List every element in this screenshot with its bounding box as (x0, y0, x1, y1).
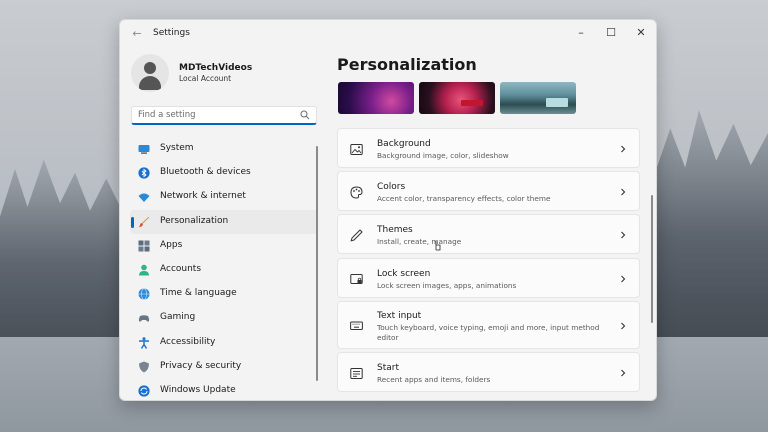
card-title: Background (377, 139, 431, 149)
search-input[interactable]: Find a setting (131, 106, 317, 125)
pen-icon (350, 229, 363, 242)
theme-thumbnail[interactable] (500, 82, 576, 114)
background-trees-right (653, 110, 768, 340)
title-bar: ← Settings – ☐ ✕ (120, 20, 656, 48)
chevron-right-icon (621, 275, 626, 283)
shield-icon (139, 361, 149, 373)
palette-icon (350, 186, 363, 199)
sidebar-item-label: Network & internet (160, 191, 246, 202)
card-description: Touch keyboard, voice typing, emoji and … (377, 323, 600, 342)
start-icon (350, 368, 363, 379)
chevron-right-icon (621, 322, 626, 330)
card-title: Start (377, 363, 399, 373)
mouse-cursor-icon (435, 241, 441, 251)
sidebar-item-windows-update[interactable]: Windows Update (130, 379, 318, 400)
sidebar-item-network[interactable]: Network & internet (130, 185, 318, 209)
setting-card-text-input[interactable]: Text input Touch keyboard, voice typing,… (337, 301, 640, 349)
globe-clock-icon (138, 288, 150, 300)
chevron-right-icon (621, 145, 626, 153)
setting-card-lock-screen[interactable]: Lock screen Lock screen images, apps, an… (337, 258, 640, 298)
close-button[interactable]: ✕ (627, 23, 655, 43)
theme-thumbnail[interactable] (338, 82, 414, 114)
sidebar-item-label: Windows Update (160, 384, 236, 395)
setting-card-colors[interactable]: Colors Accent color, transparency effect… (337, 171, 640, 211)
card-title: Colors (377, 182, 406, 192)
sidebar-scrollbar[interactable] (316, 146, 318, 381)
avatar[interactable] (131, 54, 169, 92)
sidebar-nav: System Bluetooth & devices Network & int… (130, 137, 318, 400)
sidebar-item-label: Gaming (160, 312, 196, 323)
sidebar-item-personalization[interactable]: Personalization (130, 209, 318, 234)
search-placeholder: Find a setting (138, 110, 196, 120)
settings-window: ← Settings – ☐ ✕ MDTechVideos Local Acco… (119, 19, 657, 401)
sidebar-item-system[interactable]: System (130, 137, 318, 161)
person-icon (139, 264, 149, 276)
card-description: Recent apps and items, folders (377, 375, 491, 384)
chevron-right-icon (621, 231, 626, 239)
sidebar-item-privacy-security[interactable]: Privacy & security (130, 355, 318, 379)
sidebar-item-label: Accessibility (160, 336, 216, 347)
apps-icon (138, 240, 150, 252)
content-scrollbar[interactable] (651, 195, 653, 323)
setting-card-themes[interactable]: Themes Install, create, manage (337, 214, 640, 254)
sidebar-item-accounts[interactable]: Accounts (130, 258, 318, 282)
sidebar-item-gaming[interactable]: Gaming (130, 306, 318, 330)
card-title: Lock screen (377, 269, 431, 279)
card-description: Accent color, transparency effects, colo… (377, 194, 551, 203)
theme-thumbnails (338, 82, 578, 116)
maximize-button[interactable]: ☐ (597, 23, 625, 43)
chevron-right-icon (621, 188, 626, 196)
sidebar-item-label: System (160, 143, 194, 153)
theme-thumbnail[interactable] (419, 82, 495, 114)
sidebar-item-label: Bluetooth & devices (160, 167, 251, 178)
avatar-body (139, 76, 161, 90)
card-description: Install, create, manage (377, 237, 462, 246)
card-description: Lock screen images, apps, animations (377, 281, 517, 290)
sidebar-item-bluetooth[interactable]: Bluetooth & devices (130, 161, 318, 185)
thumbnail-window-preview (546, 98, 568, 107)
accessibility-icon (139, 336, 149, 349)
profile-name: MDTechVideos (179, 63, 253, 73)
thumbnail-window-preview (461, 100, 483, 106)
card-title: Text input (377, 311, 422, 321)
setting-card-start[interactable]: Start Recent apps and items, folders (337, 352, 640, 392)
image-icon (350, 144, 363, 155)
minimize-button[interactable]: – (567, 23, 595, 43)
update-icon (138, 385, 150, 397)
search-icon (300, 110, 310, 120)
gamepad-icon (138, 315, 150, 322)
sidebar-item-label: Accounts (160, 263, 202, 274)
sidebar-item-label: Time & language (160, 288, 237, 299)
avatar-head (144, 62, 156, 74)
sidebar-item-accessibility[interactable]: Accessibility (130, 331, 318, 355)
card-title: Themes (377, 225, 413, 235)
card-description: Background image, color, slideshow (377, 151, 509, 160)
sidebar-item-time-language[interactable]: Time & language (130, 282, 318, 306)
system-icon (138, 145, 150, 154)
background-trees-left (0, 159, 125, 340)
back-button[interactable]: ← (130, 27, 144, 41)
keyboard-icon (350, 321, 363, 330)
app-title: Settings (153, 28, 190, 38)
sidebar-item-label: Apps (160, 239, 183, 250)
bluetooth-icon (138, 167, 150, 179)
sidebar-item-apps[interactable]: Apps (130, 234, 318, 258)
wifi-icon (138, 193, 150, 203)
profile-account-type: Local Account (179, 74, 232, 83)
lock-screen-icon (350, 274, 363, 284)
brush-icon (139, 216, 150, 227)
chevron-right-icon (621, 369, 626, 377)
page-title: Personalization (337, 55, 477, 74)
sidebar-item-label: Privacy & security (160, 360, 242, 371)
sidebar-item-label: Personalization (160, 215, 229, 226)
setting-card-background[interactable]: Background Background image, color, slid… (337, 128, 640, 168)
